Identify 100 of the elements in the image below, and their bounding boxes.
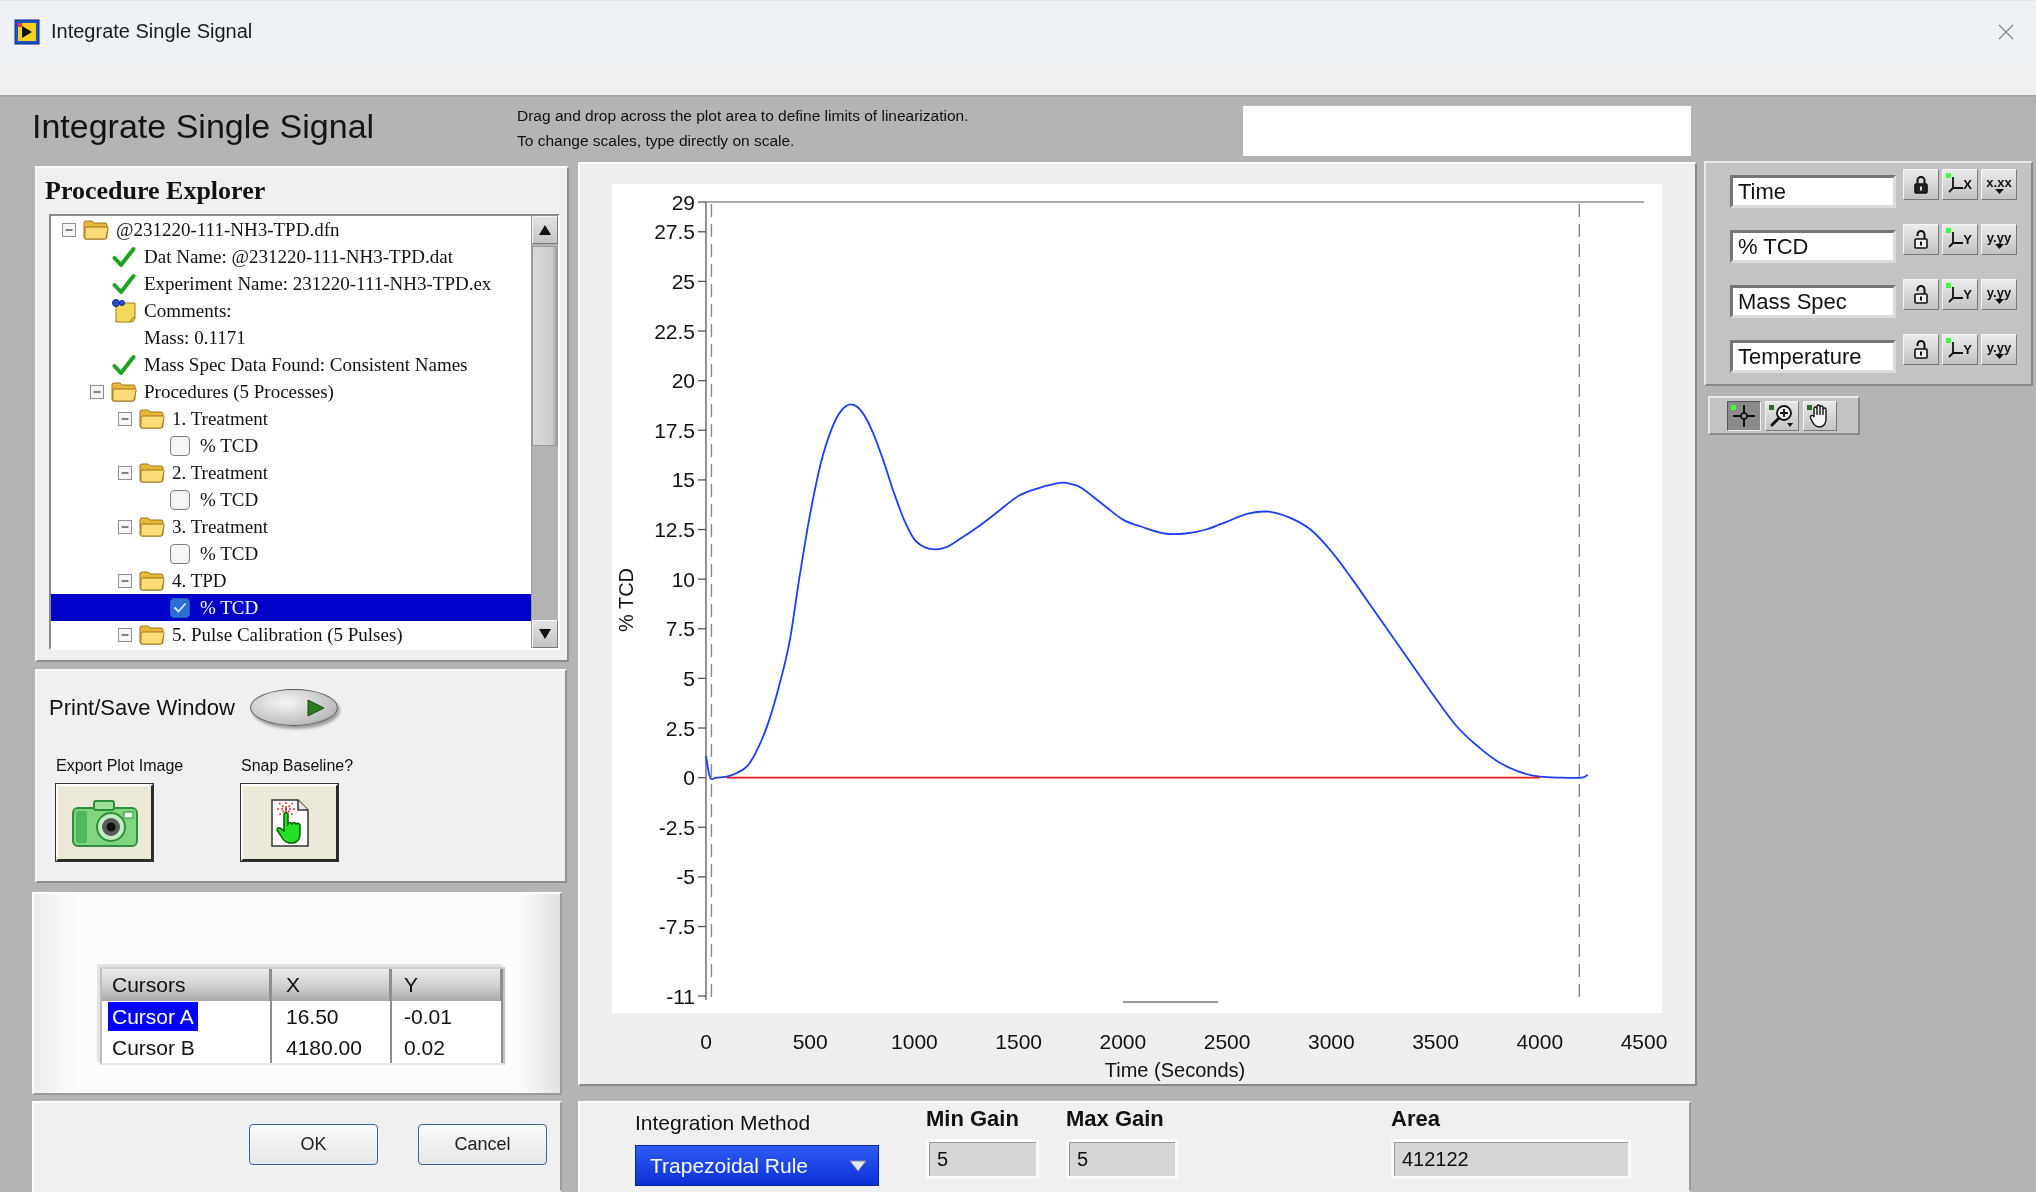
axes-icon xyxy=(1948,176,1964,193)
folder-icon xyxy=(83,219,109,240)
down-arrow-icon xyxy=(539,629,551,639)
led-icon xyxy=(1946,338,1951,343)
tree-label: Dat Name: @231220-111-NH3-TPD.dat xyxy=(144,245,453,269)
caret-icon xyxy=(1994,353,2004,359)
method-dropdown[interactable]: Trapezoidal Rule xyxy=(635,1145,879,1186)
tree-label: 3. Treatment xyxy=(172,515,269,539)
format-button[interactable]: y.yy xyxy=(1981,224,2017,255)
tree-label: 5. Pulse Calibration (5 Pulses) xyxy=(172,623,403,647)
close-icon xyxy=(1998,23,2014,40)
dialog-button[interactable]: Cancel xyxy=(418,1124,547,1165)
scale-name-field[interactable]: Time xyxy=(1730,175,1896,208)
scrollbar[interactable] xyxy=(531,216,558,648)
autoscale-button[interactable]: Y xyxy=(1942,334,1978,365)
led-icon xyxy=(1731,404,1736,410)
collapse-icon[interactable] xyxy=(118,627,132,642)
collapse-icon[interactable] xyxy=(90,384,104,399)
dialog-button[interactable]: OK xyxy=(249,1124,378,1165)
collapse-icon[interactable] xyxy=(118,465,132,480)
column-header: Cursors xyxy=(102,969,272,1001)
column-header: X xyxy=(272,969,392,1001)
check-icon xyxy=(112,245,136,268)
y-tick-label: 0 xyxy=(683,766,695,790)
y-tick-label: 25 xyxy=(671,269,695,293)
scrollbar-thumb[interactable] xyxy=(532,246,558,446)
scale-name-field[interactable]: Temperature xyxy=(1730,340,1896,373)
scroll-down-button[interactable] xyxy=(532,620,558,648)
toggle-label: Print/Save Window xyxy=(49,694,235,721)
cursor-line[interactable] xyxy=(1578,203,1580,999)
table-cell: 0.02 xyxy=(392,1032,503,1063)
table-cell[interactable]: Cursor B xyxy=(102,1032,272,1063)
folder-icon xyxy=(139,570,165,591)
x-tick-label: 4500 xyxy=(1620,1029,1668,1053)
tree-row[interactable]: % TCD xyxy=(51,594,531,621)
checkbox[interactable] xyxy=(170,435,190,456)
tree-label: 4. TPD xyxy=(172,569,227,593)
collapse-icon[interactable] xyxy=(118,519,132,534)
tree-label: Mass: 0.1171 xyxy=(144,326,246,350)
folder-icon xyxy=(139,462,165,483)
y-tick-label: 10 xyxy=(671,567,695,591)
cursor-line[interactable] xyxy=(710,203,713,999)
dialog-heading: Integrate Single Signal xyxy=(32,107,376,147)
checkbox[interactable] xyxy=(170,489,190,510)
lock-button[interactable] xyxy=(1903,169,1939,200)
camera-icon xyxy=(71,798,138,847)
scale-name-field[interactable]: % TCD xyxy=(1730,230,1896,263)
toggle-button[interactable] xyxy=(249,689,338,726)
lock-button[interactable] xyxy=(1903,334,1939,365)
checkbox[interactable] xyxy=(170,597,190,618)
tool-button[interactable] xyxy=(1727,400,1761,431)
instruction-text: To change scales, type directly on scale. xyxy=(517,130,795,151)
lock-button[interactable] xyxy=(1903,224,1939,255)
caret-icon xyxy=(1994,243,2004,249)
image-button[interactable] xyxy=(56,784,153,861)
y-tick-label: 29 xyxy=(671,190,695,214)
led-icon xyxy=(1946,283,1951,288)
column-header: Y xyxy=(392,969,503,1001)
format-button[interactable]: y.yy xyxy=(1981,279,2017,310)
led-icon xyxy=(1769,404,1774,410)
window-title: Integrate Single Signal xyxy=(51,20,253,43)
x-tick-label: 3000 xyxy=(1307,1029,1355,1053)
max-gain-field[interactable]: 5 xyxy=(1066,1139,1178,1179)
autoscale-button[interactable]: Y xyxy=(1942,279,1978,310)
panel-title: Procedure Explorer xyxy=(45,175,266,207)
lock-icon xyxy=(1914,175,1928,194)
y-tick-label: 17.5 xyxy=(654,418,695,442)
format-button[interactable]: y.yy xyxy=(1981,334,2017,365)
autoscale-button[interactable]: Y xyxy=(1942,224,1978,255)
zoom-icon xyxy=(1770,403,1794,428)
y-tick-label: 7.5 xyxy=(665,617,695,641)
table-cell: 4180.00 xyxy=(272,1032,392,1063)
autoscale-button[interactable]: X xyxy=(1942,169,1978,200)
x-tick-label: 2000 xyxy=(1099,1029,1147,1053)
scroll-up-button[interactable] xyxy=(532,216,558,244)
folder-icon xyxy=(139,624,165,645)
y-tick-label: 5 xyxy=(683,666,695,690)
y-tick-label: 12.5 xyxy=(654,518,695,542)
caret-icon xyxy=(1994,298,2004,304)
crosshair-icon xyxy=(1732,403,1756,428)
table-cell[interactable]: Cursor A xyxy=(102,1001,272,1032)
text-field[interactable] xyxy=(1243,105,1691,156)
document-hand-icon xyxy=(270,798,309,847)
collapse-icon[interactable] xyxy=(62,222,76,237)
image-button[interactable] xyxy=(241,784,338,861)
lock-button[interactable] xyxy=(1903,279,1939,310)
collapse-icon[interactable] xyxy=(118,573,132,588)
checkbox[interactable] xyxy=(170,543,190,564)
scale-name-field[interactable]: Mass Spec xyxy=(1730,285,1896,318)
led-icon xyxy=(1946,173,1951,178)
y-axis-title: % TCD xyxy=(615,567,637,633)
min-gain-field[interactable]: 5 xyxy=(926,1139,1039,1179)
y-tick-label: 22.5 xyxy=(654,319,695,343)
y-tick-label: 20 xyxy=(671,369,695,393)
collapse-icon[interactable] xyxy=(118,411,132,426)
led-icon xyxy=(1807,404,1812,410)
up-arrow-icon xyxy=(539,225,551,235)
tree-label: % TCD xyxy=(200,488,259,512)
tree-label: Mass Spec Data Found: Consistent Names xyxy=(144,353,468,377)
format-button[interactable]: x.xx xyxy=(1981,169,2017,200)
